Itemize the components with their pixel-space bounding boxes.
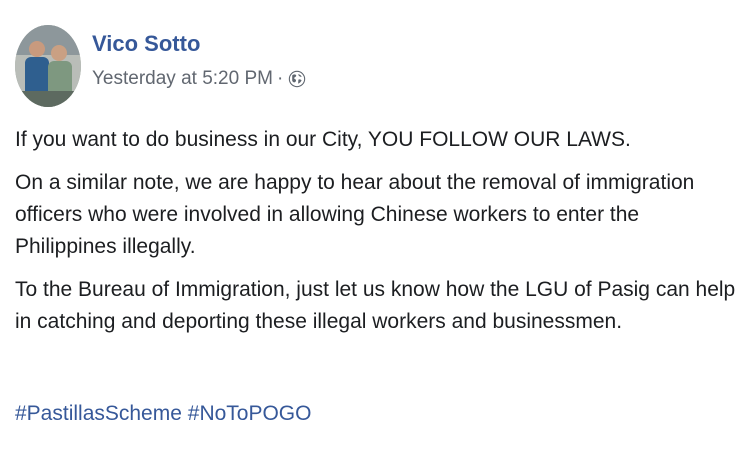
avatar-photo bbox=[15, 25, 81, 107]
author-name[interactable]: Vico Sotto bbox=[92, 31, 306, 57]
hashtag-link[interactable]: #NoToPOGO bbox=[188, 402, 312, 425]
hashtags: #PastillasScheme #NoToPOGO bbox=[15, 400, 311, 428]
facebook-post: Vico Sotto Yesterday at 5:20 PM · If you… bbox=[0, 0, 750, 450]
timestamp-row: Yesterday at 5:20 PM · bbox=[92, 68, 306, 90]
post-meta: Vico Sotto Yesterday at 5:20 PM · bbox=[92, 31, 306, 90]
post-paragraph: If you want to do business in our City, … bbox=[15, 128, 631, 151]
avatar[interactable] bbox=[15, 25, 81, 107]
hashtag-link[interactable]: #PastillasScheme bbox=[15, 402, 182, 425]
post-header: Vico Sotto Yesterday at 5:20 PM · bbox=[15, 25, 306, 107]
post-paragraph: On a similar note, we are happy to hear … bbox=[15, 171, 695, 258]
separator-dot: · bbox=[276, 68, 284, 89]
post-timestamp[interactable]: Yesterday at 5:20 PM bbox=[92, 68, 273, 90]
post-body: If you want to do business in our City, … bbox=[15, 124, 740, 349]
post-paragraph: To the Bureau of Immigration, just let u… bbox=[15, 278, 736, 333]
globe-icon[interactable] bbox=[288, 70, 306, 88]
